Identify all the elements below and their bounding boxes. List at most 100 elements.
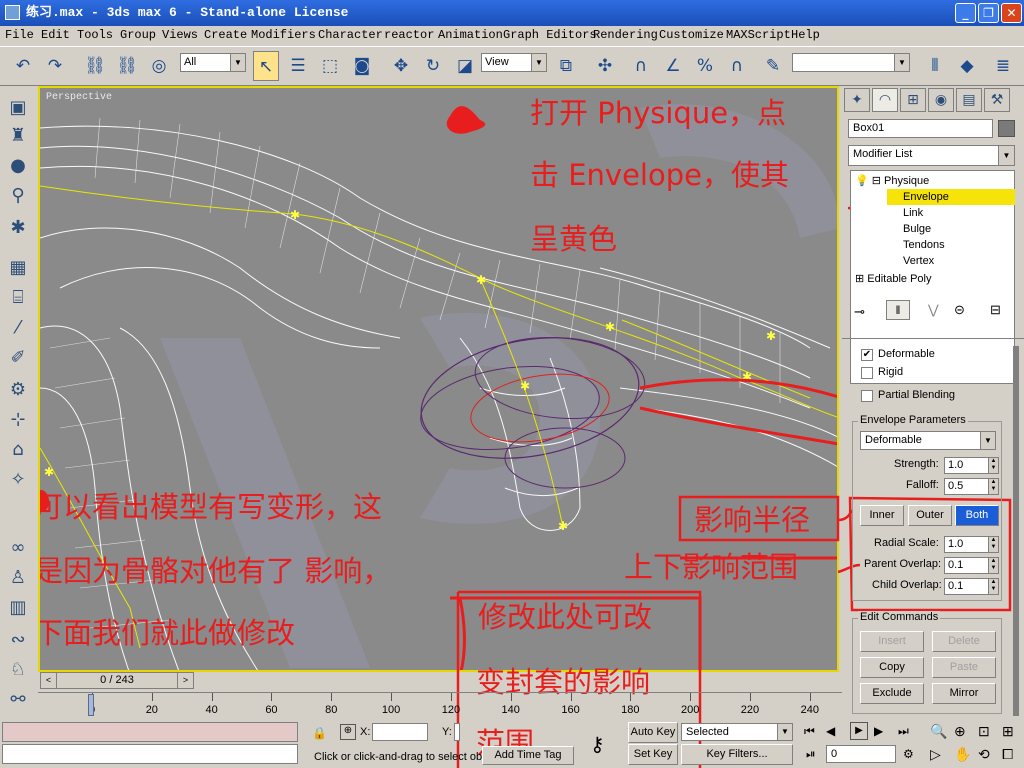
close-button[interactable]: ✕ (1001, 3, 1022, 23)
auto-key-button[interactable]: Auto Key (628, 722, 678, 743)
partial-blending-checkbox[interactable] (861, 390, 873, 402)
checker-icon[interactable]: ▦ (6, 256, 30, 280)
reference-coordinate-dropdown[interactable]: View ▼ (481, 53, 547, 72)
key-mode-dropdown[interactable]: Selected ▼ (681, 723, 793, 741)
deformable-checkbox[interactable]: ✔ (861, 349, 873, 361)
delete-button[interactable]: Delete (932, 631, 996, 652)
hierarchy-tab-icon[interactable]: ⊞ (900, 88, 926, 112)
menu-edit[interactable]: Edit (41, 26, 70, 45)
set-key-button[interactable]: Set Key (628, 744, 678, 765)
zoom-extents-icon[interactable]: ⊡ (978, 723, 990, 740)
zoom-icon[interactable]: 🔍 (930, 723, 947, 740)
stack-item-bulge[interactable]: Bulge (903, 221, 931, 237)
show-end-result-icon[interactable]: ‖ (886, 300, 910, 320)
track-bar[interactable] (38, 692, 842, 718)
menu-help[interactable]: Help (791, 26, 820, 45)
previous-frame-icon[interactable]: ◀ (826, 724, 835, 738)
parent-overlap-spinner[interactable]: 0.1 ▲ ▼ (944, 557, 999, 574)
mirror-button[interactable]: Mirror (932, 683, 996, 704)
key-mode-toggle-icon[interactable]: ⏯ (806, 747, 816, 762)
menu-maxscript[interactable]: MAXScript (726, 26, 791, 45)
menu-reactor[interactable]: reactor (384, 26, 434, 45)
percent-snap-icon[interactable]: % (692, 51, 718, 81)
redo-icon[interactable]: ↷ (42, 51, 68, 81)
biped-icon[interactable]: ♙ (6, 566, 30, 590)
utilities-tab-icon[interactable]: ⚒ (984, 88, 1010, 112)
current-frame-field[interactable]: 0 (826, 745, 896, 763)
rectangular-selection-icon[interactable]: ⬚ (317, 51, 343, 81)
maxscript-listener[interactable] (2, 722, 298, 742)
pivot-center-icon[interactable]: ⧉ (553, 51, 579, 81)
rotate-icon[interactable]: ↻ (420, 51, 446, 81)
panel-scrollbar[interactable] (1013, 346, 1019, 716)
menu-graph-editors[interactable]: Graph Editors (503, 26, 597, 45)
undo-icon[interactable]: ↶ (10, 51, 36, 81)
modify-tab-icon[interactable]: ◠ (872, 88, 898, 112)
spinner-snap-icon[interactable]: ∩ (724, 51, 750, 81)
menu-rendering[interactable]: Rendering (593, 26, 658, 45)
select-and-link-icon[interactable]: ⛓ (82, 51, 108, 81)
align-icon[interactable]: ◆ (954, 51, 980, 81)
layer-manager-icon[interactable]: ≣ (990, 51, 1016, 81)
radial-scale-spinner[interactable]: 1.0 ▲ ▼ (944, 536, 999, 553)
x-coordinate-field[interactable] (372, 723, 428, 741)
arc-rotate-icon[interactable]: ⟲ (978, 746, 990, 763)
paste-button[interactable]: Paste (932, 657, 996, 678)
menu-customize[interactable]: Customize (659, 26, 724, 45)
menu-modifiers[interactable]: Modifiers (251, 26, 316, 45)
perspective-viewport[interactable]: ✱ ✱ ✱ ✱ ✱ ✱ ✱ ✱ Perspective 打开 Physique，点 击 Env… (38, 86, 839, 672)
falloff-spinner[interactable]: 0.5 ▲ ▼ (944, 478, 999, 495)
time-marker[interactable] (88, 694, 94, 716)
selection-filter-dropdown[interactable]: All ▼ (180, 53, 246, 72)
field-of-view-icon[interactable]: ▷ (930, 746, 941, 763)
stack-item-tendons[interactable]: Tendons (903, 237, 945, 253)
pin-stack-icon[interactable]: ⊸ (854, 304, 865, 320)
make-unique-icon[interactable]: ⋁ (928, 302, 939, 318)
child-overlap-spinner[interactable]: 0.1 ▲ ▼ (944, 578, 999, 595)
scale-icon[interactable]: ◪ (452, 51, 478, 81)
maxscript-output[interactable] (2, 744, 298, 764)
figure-icon[interactable]: ♘ (6, 658, 30, 682)
stack-item-editable-poly[interactable]: ⊞ Editable Poly (855, 271, 932, 287)
minimize-button[interactable]: _ (955, 3, 976, 23)
star-icon[interactable]: ✱ (6, 216, 30, 240)
remove-modifier-icon[interactable]: ⊝ (954, 302, 965, 318)
next-frame-icon[interactable]: ▶ (874, 724, 883, 738)
connect-icon[interactable]: ⊹ (6, 408, 30, 432)
sphere-icon[interactable]: ● (6, 154, 30, 178)
display-tab-icon[interactable]: ▤ (956, 88, 982, 112)
modifier-list-dropdown[interactable]: Modifier List ▼ (848, 145, 1015, 166)
chain-icon[interactable]: ⚯ (6, 688, 30, 712)
object-name-field[interactable]: Box01 (848, 119, 993, 138)
add-time-tag-button[interactable]: Add Time Tag (482, 746, 574, 765)
key-filters-button[interactable]: Key Filters... (681, 744, 793, 765)
object-color-swatch[interactable] (998, 120, 1015, 137)
zoom-extents-all-icon[interactable]: ⊞ (1002, 723, 1014, 740)
exclude-button[interactable]: Exclude (860, 683, 924, 704)
gear-icon[interactable]: ⚙ (6, 378, 30, 402)
select-object-icon[interactable]: ↖ (253, 51, 279, 81)
inner-button[interactable]: Inner (860, 505, 904, 526)
teapot-icon[interactable]: ⌂ (6, 438, 30, 462)
viewport-label[interactable]: Perspective (46, 92, 112, 103)
named-selection-dropdown[interactable]: ▼ (792, 53, 910, 72)
strength-spinner[interactable]: 1.0 ▲ ▼ (944, 457, 999, 474)
time-configuration-icon[interactable]: ⚙ (903, 747, 914, 761)
edit-named-selection-icon[interactable]: ✎ (760, 51, 786, 81)
zoom-all-icon[interactable]: ⊕ (954, 723, 966, 740)
cloth-icon[interactable]: ▥ (6, 596, 30, 620)
menu-animation[interactable]: Animation (438, 26, 503, 45)
bone-icon[interactable]: ⁄ (6, 316, 30, 340)
menu-group[interactable]: Group (120, 26, 156, 45)
menu-character[interactable]: Character (318, 26, 383, 45)
window-crossing-icon[interactable]: ◙ (349, 51, 375, 81)
pin-icon[interactable]: ⚲ (6, 184, 30, 208)
mirror-icon[interactable]: ⫴ (922, 51, 948, 81)
unlink-icon[interactable]: ⛓ (114, 51, 140, 81)
menu-tools[interactable]: Tools (77, 26, 113, 45)
snap-toggle-icon[interactable]: ∩ (628, 51, 654, 81)
menu-file[interactable]: File (5, 26, 34, 45)
go-to-end-icon[interactable]: ⏭ (898, 724, 909, 739)
configure-sets-icon[interactable]: ⊟ (990, 302, 1001, 318)
manipulate-icon[interactable]: ✣ (592, 51, 618, 81)
